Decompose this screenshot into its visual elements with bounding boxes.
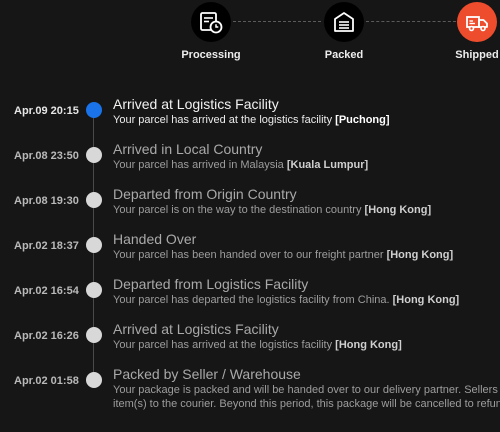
event-time: Apr.08 23:50: [14, 150, 79, 162]
event-dot: [86, 372, 102, 388]
event-time: Apr.09 20:15: [14, 105, 79, 117]
event-location: [Kuala Lumpur]: [286, 159, 369, 171]
event-desc-text: Your parcel has been handed over to our …: [113, 249, 387, 261]
event-location: [Hong Kong]: [386, 249, 454, 261]
event-description: Your parcel has arrived at the logistics…: [113, 338, 402, 352]
event-title: Arrived at Logistics Facility: [113, 96, 279, 112]
event-location: [Hong Kong]: [392, 294, 460, 306]
event-time: Apr.02 01:58: [14, 375, 79, 387]
event-description: Your parcel has arrived in Malaysia [Kua…: [113, 158, 368, 172]
event-dot-current: [86, 102, 102, 118]
tracking-timeline: Apr.09 20:15 Arrived at Logistics Facili…: [0, 0, 500, 432]
event-location: [Hong Kong]: [335, 339, 402, 351]
event-time: Apr.02 16:54: [14, 285, 79, 297]
event-location: [Hong Kong]: [364, 204, 432, 216]
event-dot: [86, 147, 102, 163]
event-desc-line: Your package is packed and will be hande…: [113, 384, 500, 396]
event-desc-text: Your parcel has arrived at the logistics…: [113, 114, 336, 126]
timeline-event: Apr.02 16:54 Departed from Logistics Fac…: [0, 276, 500, 322]
event-time: Apr.02 16:26: [14, 330, 79, 342]
event-dot: [86, 282, 102, 298]
event-time: Apr.08 19:30: [14, 195, 79, 207]
event-title: Departed from Origin Country: [113, 186, 297, 202]
event-description: Your package is packed and will be hande…: [113, 383, 500, 411]
event-dot: [86, 192, 102, 208]
event-title: Departed from Logistics Facility: [113, 276, 309, 292]
event-description: Your parcel is on the way to the destina…: [113, 203, 431, 217]
event-location: [Puchong]: [335, 114, 390, 126]
event-desc-text: Your parcel has arrived in Malaysia: [113, 159, 287, 171]
event-desc-text: Your parcel is on the way to the destina…: [113, 204, 365, 216]
event-description: Your parcel has departed the logistics f…: [113, 293, 459, 307]
timeline-event-current: Apr.09 20:15 Arrived at Logistics Facili…: [0, 96, 500, 142]
event-title: Packed by Seller / Warehouse: [113, 366, 301, 382]
event-description: Your parcel has arrived at the logistics…: [113, 113, 390, 127]
timeline-event: Apr.02 18:37 Handed Over Your parcel has…: [0, 231, 500, 277]
event-title: Arrived at Logistics Facility: [113, 321, 279, 337]
event-desc-text: Your parcel has departed the logistics f…: [113, 294, 393, 306]
timeline-event: Apr.08 23:50 Arrived in Local Country Yo…: [0, 141, 500, 187]
event-description: Your parcel has been handed over to our …: [113, 248, 453, 262]
event-time: Apr.02 18:37: [14, 240, 79, 252]
event-dot: [86, 327, 102, 343]
event-dot: [86, 237, 102, 253]
event-desc-line: item(s) to the courier. Beyond this peri…: [113, 398, 500, 410]
event-title: Arrived in Local Country: [113, 141, 263, 157]
event-desc-text: Your parcel has arrived at the logistics…: [113, 339, 336, 351]
timeline-event: Apr.08 19:30 Departed from Origin Countr…: [0, 186, 500, 232]
timeline-event: Apr.02 01:58 Packed by Seller / Warehous…: [0, 366, 500, 432]
timeline-event: Apr.02 16:26 Arrived at Logistics Facili…: [0, 321, 500, 367]
event-title: Handed Over: [113, 231, 197, 247]
